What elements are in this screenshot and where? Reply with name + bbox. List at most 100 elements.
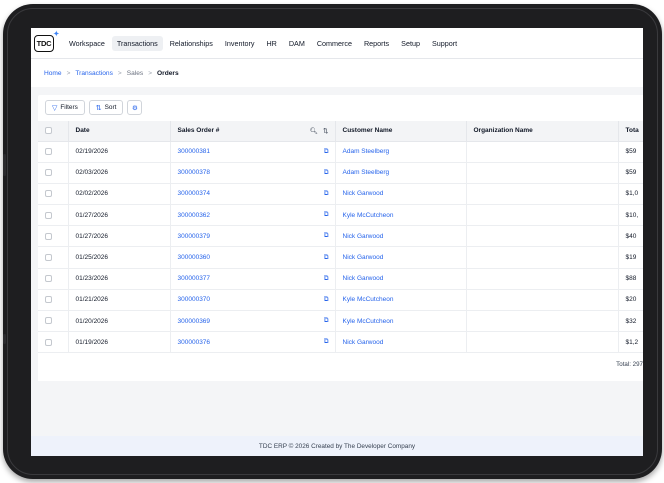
row-select-cell [38, 331, 69, 354]
sales-order-link[interactable]: 300000379 [178, 233, 211, 240]
filters-button[interactable]: ▽ Filters [45, 100, 85, 115]
row-checkbox[interactable] [45, 169, 52, 177]
table-row[interactable]: 01/21/2026 300000370 ⧉ Kyle McCutcheon $20 [38, 289, 643, 312]
row-checkbox[interactable] [45, 296, 52, 304]
row-checkbox[interactable] [45, 275, 52, 283]
organization-cell [466, 289, 619, 312]
sales-order-link[interactable]: 300000360 [178, 254, 211, 261]
customer-link[interactable]: Kyle McCutcheon [343, 296, 394, 303]
copy-icon[interactable]: ⧉ [324, 169, 329, 177]
sales-order-link[interactable]: 300000374 [178, 190, 211, 197]
customer-link[interactable]: Nick Garwood [343, 233, 384, 240]
sales-order-cell: 300000376 ⧉ [170, 331, 336, 354]
table-row[interactable]: 01/27/2026 300000362 ⧉ Kyle McCutcheon $10, [38, 204, 643, 227]
tdc-logo[interactable]: TDC ✦ [34, 31, 59, 52]
customer-link[interactable]: Nick Garwood [343, 190, 384, 197]
sales-order-link[interactable]: 300000381 [178, 148, 211, 155]
copy-icon[interactable]: ⧉ [324, 275, 329, 283]
customer-link[interactable]: Nick Garwood [343, 254, 384, 261]
nav-item-support[interactable]: Support [427, 36, 462, 51]
organization-cell [466, 204, 619, 227]
nav-item-setup[interactable]: Setup [396, 36, 425, 51]
customer-link[interactable]: Kyle McCutcheon [343, 318, 394, 325]
sales-order-link[interactable]: 300000376 [178, 339, 211, 346]
copy-icon[interactable]: ⧉ [324, 338, 329, 346]
table-header-row: Date Sales Order # 🔍︎ ⇅ Customer Name Org… [38, 121, 643, 142]
order-date: 01/19/2026 [68, 331, 171, 354]
copy-icon[interactable]: ⧉ [324, 254, 329, 262]
row-checkbox[interactable] [45, 147, 52, 155]
sales-order-link[interactable]: 300000378 [178, 169, 211, 176]
select-all-checkbox[interactable] [45, 127, 52, 135]
breadcrumb-separator: > [117, 69, 122, 77]
nav-item-workspace[interactable]: Workspace [64, 36, 110, 51]
total-count: Total: 297 [616, 361, 643, 368]
sales-order-link[interactable]: 300000369 [178, 318, 211, 325]
sales-order-cell: 300000381 ⧉ [170, 141, 336, 163]
column-header-total[interactable]: Tota [618, 121, 643, 142]
nav-item-inventory[interactable]: Inventory [220, 36, 260, 51]
customer-link[interactable]: Adam Steelberg [343, 169, 390, 176]
table-row[interactable]: 01/20/2026 300000369 ⧉ Kyle McCutcheon $32 [38, 310, 643, 333]
sales-order-link[interactable]: 300000362 [178, 212, 211, 219]
app-screen: TDC ✦ Workspace Transactions Relationships… [31, 28, 643, 456]
customer-cell: Adam Steelberg [335, 141, 467, 163]
row-checkbox[interactable] [45, 211, 52, 219]
sales-order-cell: 300000360 ⧉ [170, 246, 336, 269]
copy-icon[interactable]: ⧉ [324, 317, 329, 325]
sales-order-cell: 300000370 ⧉ [170, 289, 336, 312]
column-header-sales-order[interactable]: Sales Order # 🔍︎ ⇅ [170, 121, 336, 142]
row-checkbox[interactable] [45, 232, 52, 240]
copy-icon[interactable]: ⧉ [324, 296, 329, 304]
side-button [3, 334, 6, 344]
row-select-cell [38, 289, 69, 312]
customer-link[interactable]: Nick Garwood [343, 339, 384, 346]
breadcrumb-home[interactable]: Home [44, 70, 62, 77]
row-checkbox[interactable] [45, 317, 52, 325]
logo-text: TDC [36, 38, 52, 48]
breadcrumb-transactions[interactable]: Transactions [75, 70, 113, 77]
copy-icon[interactable]: ⧉ [324, 232, 329, 240]
nav-item-commerce[interactable]: Commerce [312, 36, 357, 51]
customer-link[interactable]: Adam Steelberg [343, 148, 390, 155]
sales-order-link[interactable]: 300000370 [178, 296, 211, 303]
column-header-organization-name[interactable]: Organization Name [466, 121, 619, 142]
sort-button[interactable]: ⇅ Sort [88, 100, 124, 115]
tablet-frame: TDC ✦ Workspace Transactions Relationships… [3, 4, 662, 479]
row-checkbox[interactable] [45, 253, 52, 261]
order-date: 01/27/2026 [68, 225, 171, 248]
order-date: 01/21/2026 [68, 289, 171, 312]
nav-item-relationships[interactable]: Relationships [165, 36, 218, 51]
sparkle-icon: ✦ [53, 30, 59, 38]
customer-cell: Nick Garwood [335, 246, 467, 269]
table-row[interactable]: 01/23/2026 300000377 ⧉ Nick Garwood $88 [38, 268, 643, 290]
table-row[interactable]: 02/03/2026 300000378 ⧉ Adam Steelberg $59 [38, 162, 643, 184]
row-checkbox[interactable] [45, 338, 52, 346]
customer-link[interactable]: Nick Garwood [343, 275, 384, 282]
sales-order-header-label: Sales Order # [177, 126, 220, 134]
column-header-customer-name[interactable]: Customer Name [335, 121, 467, 142]
order-date: 01/20/2026 [68, 310, 171, 333]
sort-icon[interactable]: ⇅ [323, 128, 328, 135]
row-checkbox[interactable] [45, 190, 52, 198]
column-header-date[interactable]: Date [68, 121, 171, 142]
copy-icon[interactable]: ⧉ [324, 211, 329, 219]
column-settings-button[interactable]: ⚙ [127, 100, 143, 115]
table-row[interactable]: 02/02/2026 300000374 ⧉ Nick Garwood $1,0 [38, 183, 643, 206]
nav-item-reports[interactable]: Reports [359, 36, 394, 51]
table-row[interactable]: 01/27/2026 300000379 ⧉ Nick Garwood $40 [38, 225, 643, 248]
copy-icon[interactable]: ⧉ [324, 148, 329, 156]
table-row[interactable]: 02/19/2026 300000381 ⧉ Adam Steelberg $59 [38, 141, 643, 163]
total-cell: $40 [618, 225, 643, 248]
nav-item-transactions[interactable]: Transactions [111, 35, 163, 51]
row-select-cell [38, 225, 69, 248]
customer-link[interactable]: Kyle McCutcheon [343, 212, 394, 219]
table-row[interactable]: 01/25/2026 300000360 ⧉ Nick Garwood $19 [38, 246, 643, 269]
search-icon[interactable]: 🔍︎ [310, 128, 318, 135]
sales-order-link[interactable]: 300000377 [178, 275, 211, 282]
order-date: 02/02/2026 [68, 183, 171, 206]
nav-item-hr[interactable]: HR [261, 36, 281, 51]
nav-item-dam[interactable]: DAM [284, 36, 310, 51]
table-row[interactable]: 01/19/2026 300000376 ⧉ Nick Garwood $1,2 [38, 331, 643, 354]
copy-icon[interactable]: ⧉ [324, 190, 329, 198]
